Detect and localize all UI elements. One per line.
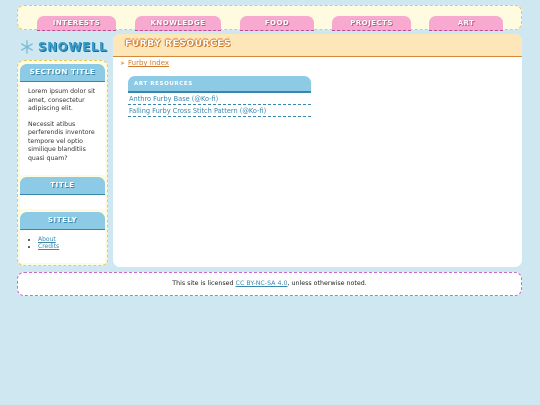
credits-link[interactable]: Credits: [38, 243, 59, 250]
sidebar-text-1: Lorem ipsum dolor sit amet, consectetur …: [28, 88, 96, 112]
sidebar: SECTION TITLE Lorem ipsum dolor sit amet…: [17, 60, 108, 266]
nav-tab-food[interactable]: FOOD: [240, 16, 314, 31]
sidebar-sitely-heading: SITELY: [20, 212, 105, 230]
sidebar-links: About Credits: [20, 236, 105, 250]
license-link[interactable]: CC BY-NC-SA 4.0: [236, 280, 288, 287]
page-title: FURBY RESOURCES: [125, 39, 232, 49]
breadcrumb: ➤ Furby Index: [120, 59, 169, 67]
sidebar-section-body: Lorem ipsum dolor sit amet, consectetur …: [20, 82, 105, 175]
arrow-icon: ➤: [120, 59, 126, 67]
site-logo[interactable]: SNOWELL: [20, 38, 108, 56]
snowflake-icon: [21, 40, 33, 54]
resource-link-anthro-furby-base[interactable]: Anthro Furby Base (@Ko-fi): [128, 94, 311, 105]
art-resources-heading: ART RESOURCES: [128, 76, 311, 93]
logo-text: SNOWELL: [38, 40, 108, 54]
list-item: Credits: [38, 243, 105, 250]
top-navbar: INTERESTS KNOWLEDGE FOOD PROJECTS ART: [17, 5, 522, 31]
nav-tab-knowledge[interactable]: KNOWLEDGE: [135, 16, 221, 31]
furby-index-link[interactable]: Furby Index: [128, 59, 169, 67]
sidebar-section-title: SECTION TITLE: [20, 64, 105, 82]
footer-prefix: This site is licensed: [172, 280, 236, 287]
resource-link-falling-furby-pattern[interactable]: Falling Furby Cross Stitch Pattern (@Ko-…: [128, 106, 311, 117]
sidebar-text-2: Necessit atibus perferendis inventore te…: [28, 120, 95, 162]
nav-tab-projects[interactable]: PROJECTS: [332, 16, 411, 31]
sidebar-title-heading: TITLE: [20, 177, 105, 195]
nav-tab-art[interactable]: ART: [429, 16, 503, 31]
about-link[interactable]: About: [38, 236, 56, 243]
main-header: FURBY RESOURCES: [113, 34, 522, 57]
sidebar-title-body: [20, 195, 105, 209]
nav-tab-interests[interactable]: INTERESTS: [37, 16, 116, 31]
main-content: FURBY RESOURCES ➤ Furby Index ART RESOUR…: [113, 34, 522, 267]
footer-suffix: , unless otherwise noted.: [287, 280, 367, 287]
list-item: About: [38, 236, 105, 243]
sidebar-sitely-body: About Credits: [20, 230, 105, 263]
footer: This site is licensed CC BY-NC-SA 4.0, u…: [17, 272, 522, 296]
